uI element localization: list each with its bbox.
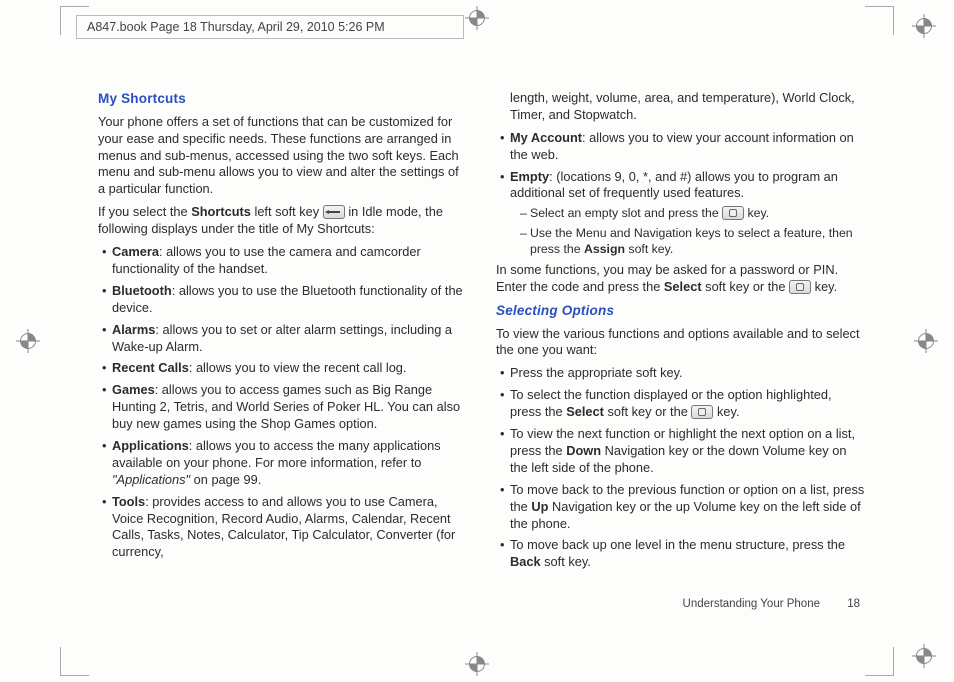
list-item: Alarms: allows you to set or alter alarm… bbox=[102, 322, 468, 356]
registration-mark-right bbox=[914, 329, 938, 353]
left-soft-key-icon bbox=[323, 205, 345, 219]
bullet-list: My Account: allows you to view your acco… bbox=[496, 130, 866, 257]
list-item: To view the next function or highlight t… bbox=[500, 426, 866, 477]
page-number: 18 bbox=[847, 598, 860, 610]
paragraph: In some functions, you may be asked for … bbox=[496, 262, 866, 296]
list-item: Select an empty slot and press the key. bbox=[520, 205, 866, 221]
list-item: Camera: allows you to use the camera and… bbox=[102, 244, 468, 278]
list-item: Recent Calls: allows you to view the rec… bbox=[102, 360, 468, 377]
header-text: A847.book Page 18 Thursday, April 29, 20… bbox=[87, 20, 385, 34]
list-item: To select the function displayed or the … bbox=[500, 387, 866, 421]
paragraph: Your phone offers a set of functions tha… bbox=[98, 114, 468, 198]
page-body: My Shortcuts Your phone offers a set of … bbox=[98, 90, 866, 622]
column-right: length, weight, volume, area, and temper… bbox=[496, 90, 866, 622]
list-item: My Account: allows you to view your acco… bbox=[500, 130, 866, 164]
list-item: Tools: provides access to and allows you… bbox=[102, 494, 468, 562]
page-footer: Understanding Your Phone 18 bbox=[683, 598, 860, 610]
registration-mark-left bbox=[16, 329, 40, 353]
center-key-icon bbox=[722, 206, 744, 220]
heading-my-shortcuts: My Shortcuts bbox=[98, 90, 468, 108]
center-key-icon bbox=[789, 280, 811, 294]
registration-mark-top-right bbox=[912, 14, 936, 38]
paragraph: To view the various functions and option… bbox=[496, 326, 866, 360]
framemaker-header: A847.book Page 18 Thursday, April 29, 20… bbox=[76, 15, 464, 39]
footer-section-title: Understanding Your Phone bbox=[683, 598, 820, 610]
list-item: Bluetooth: allows you to use the Bluetoo… bbox=[102, 283, 468, 317]
list-item: To move back to the previous function or… bbox=[500, 482, 866, 533]
list-item: Applications: allows you to access the m… bbox=[102, 438, 468, 489]
list-item: Press the appropriate soft key. bbox=[500, 365, 866, 382]
bullet-list: Camera: allows you to use the camera and… bbox=[98, 244, 468, 561]
registration-mark-bottom bbox=[465, 652, 489, 676]
list-item: Empty: (locations 9, 0, *, and #) allows… bbox=[500, 169, 866, 257]
paragraph: If you select the Shortcuts left soft ke… bbox=[98, 204, 468, 238]
registration-mark-bottom-right bbox=[912, 644, 936, 668]
list-item: Use the Menu and Navigation keys to sele… bbox=[520, 225, 866, 257]
column-left: My Shortcuts Your phone offers a set of … bbox=[98, 90, 468, 622]
registration-mark-top bbox=[465, 6, 489, 30]
list-item: To move back up one level in the menu st… bbox=[500, 537, 866, 571]
paragraph: length, weight, volume, area, and temper… bbox=[496, 90, 866, 124]
sub-bullet-list: Select an empty slot and press the key. … bbox=[510, 205, 866, 257]
crop-mark-bottom-left bbox=[60, 647, 89, 676]
center-key-icon bbox=[691, 405, 713, 419]
crop-mark-top-right bbox=[865, 6, 894, 35]
list-item: Games: allows you to access games such a… bbox=[102, 382, 468, 433]
heading-selecting-options: Selecting Options bbox=[496, 302, 866, 320]
crop-mark-bottom-right bbox=[865, 647, 894, 676]
bullet-list: Press the appropriate soft key. To selec… bbox=[496, 365, 866, 571]
